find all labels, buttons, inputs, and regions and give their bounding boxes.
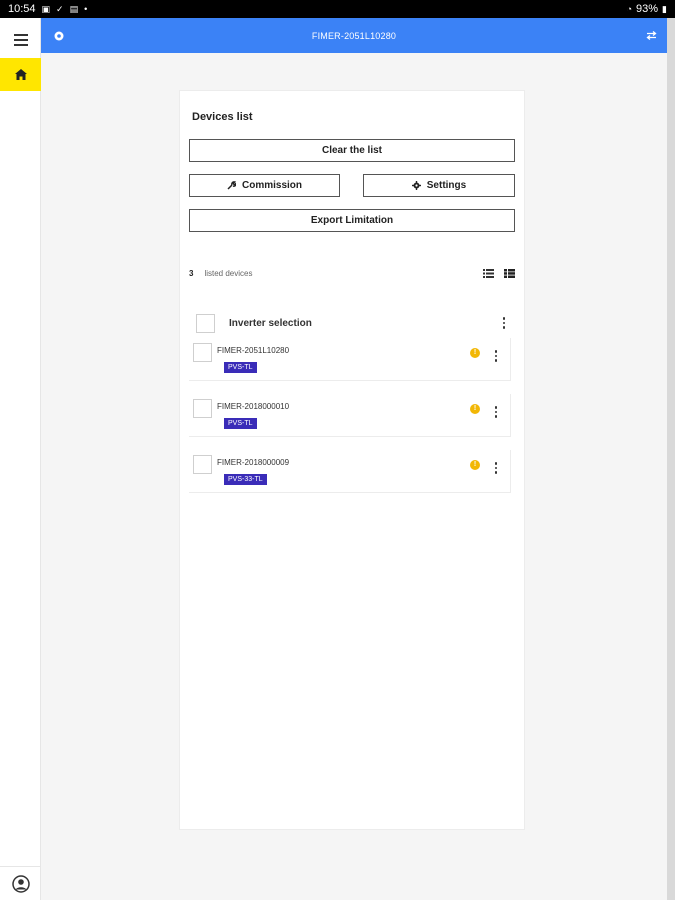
device-count-label: listed devices	[204, 268, 253, 278]
device-count: 3	[189, 268, 194, 278]
status-time: 10:54	[8, 3, 36, 15]
battery-percent: 93%	[636, 3, 659, 15]
more-vert-icon[interactable]	[492, 406, 500, 418]
more-vert-icon[interactable]	[492, 350, 500, 362]
app-bar: FIMER-2051L10280	[41, 18, 667, 53]
clear-list-label: Clear the list	[321, 145, 383, 156]
inverter-selection-label: Inverter selection	[229, 317, 312, 329]
device-model-badge: PVS-TL	[224, 362, 257, 373]
menu-button[interactable]	[0, 22, 41, 58]
user-account-icon	[11, 874, 30, 893]
device-checkbox[interactable]	[193, 455, 212, 474]
home-nav-item[interactable]	[0, 58, 41, 91]
scrollbar-gutter	[667, 18, 675, 900]
swap-arrows-icon	[645, 30, 657, 40]
device-name: FIMER-2018000010	[217, 402, 290, 411]
inverter-selection-row: Inverter selection	[196, 312, 508, 334]
switch-device-button[interactable]	[643, 27, 659, 43]
device-model-badge: PVS-TL	[224, 418, 257, 429]
export-limitation-label: Export Limitation	[310, 215, 394, 226]
battery-icon: ▮	[662, 3, 667, 14]
device-count-row: 3 listed devices	[189, 265, 515, 281]
home-icon	[14, 69, 27, 80]
settings-label: Settings	[426, 180, 467, 191]
wifi-icon: ◔	[626, 3, 633, 14]
device-row[interactable]: FIMER-2018000009 PVS-33-TL !	[189, 450, 511, 493]
status-bar: 10:54 ▣ ✓ ▤ • ◔ 93% ▮	[0, 0, 675, 18]
warning-icon: !	[470, 460, 480, 470]
check-icon: ✓	[56, 3, 64, 14]
device-name: FIMER-2018000009	[217, 458, 290, 467]
device-checkbox[interactable]	[193, 399, 212, 418]
commission-label: Commission	[241, 180, 302, 191]
warning-icon: !	[470, 404, 480, 414]
device-checkbox[interactable]	[193, 343, 212, 362]
export-limitation-button[interactable]: Export Limitation	[189, 209, 515, 232]
wrench-icon	[227, 181, 236, 190]
more-vert-icon[interactable]	[500, 317, 508, 329]
image-icon: ▤	[69, 3, 79, 14]
hamburger-icon	[13, 34, 28, 46]
settings-button[interactable]: Settings	[363, 174, 515, 197]
gallery-icon: ▣	[41, 3, 51, 14]
app-bar-title: FIMER-2051L10280	[311, 30, 397, 41]
account-button[interactable]	[0, 866, 41, 900]
commission-button[interactable]: Commission	[189, 174, 340, 197]
devices-list-card: Devices list Clear the list Commission S…	[179, 90, 525, 830]
list-view-icon[interactable]	[483, 268, 494, 278]
device-row[interactable]: FIMER-2018000010 PVS-TL !	[189, 394, 511, 437]
more-vert-icon[interactable]	[492, 462, 500, 474]
gear-icon	[411, 181, 421, 190]
navigation-rail	[0, 18, 41, 900]
select-all-checkbox[interactable]	[196, 313, 215, 333]
clear-list-button[interactable]: Clear the list	[189, 139, 515, 162]
device-name: FIMER-2051L10280	[217, 346, 290, 355]
warning-icon: !	[470, 348, 480, 358]
device-row[interactable]: FIMER-2051L10280 PVS-TL !	[189, 338, 511, 381]
device-model-badge: PVS-33-TL	[224, 474, 267, 485]
dot-icon: •	[84, 3, 88, 14]
card-title: Devices list	[192, 111, 253, 123]
detail-list-icon[interactable]	[504, 268, 515, 278]
